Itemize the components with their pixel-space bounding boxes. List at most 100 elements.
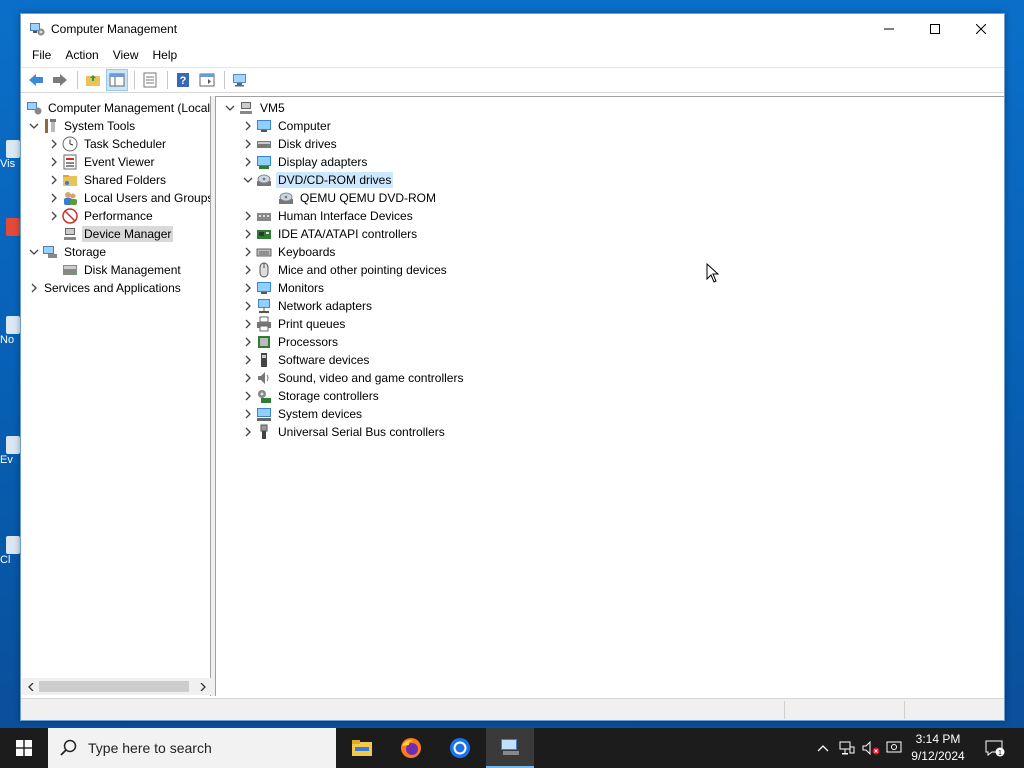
chevron-right-icon[interactable] bbox=[46, 207, 62, 225]
tree-item-device-manager[interactable]: Device Manager bbox=[62, 225, 174, 243]
forward-button[interactable] bbox=[49, 69, 71, 91]
device-category-disk-drives[interactable]: Disk drives bbox=[240, 135, 339, 153]
back-button[interactable] bbox=[25, 69, 47, 91]
title-bar[interactable]: Computer Management bbox=[21, 14, 1004, 44]
device-tree-root[interactable]: VM5 bbox=[222, 99, 287, 117]
device-category-sound-video-game[interactable]: Sound, video and game controllers bbox=[240, 369, 465, 387]
chevron-right-icon[interactable] bbox=[46, 171, 62, 189]
chevron-down-icon[interactable] bbox=[26, 243, 42, 261]
console-tree-icon bbox=[109, 73, 125, 87]
tree-item-computer-management[interactable]: Computer Management (Local bbox=[26, 99, 210, 117]
device-category-software-devices[interactable]: Software devices bbox=[240, 351, 371, 369]
action-center-button[interactable]: 1 bbox=[980, 728, 1010, 768]
chevron-right-icon[interactable] bbox=[26, 279, 42, 297]
chevron-right-icon[interactable] bbox=[240, 315, 256, 333]
taskbar-clock[interactable]: 3:14 PM 9/12/2024 bbox=[900, 731, 976, 765]
device-category-processors[interactable]: Processors bbox=[240, 333, 340, 351]
chevron-right-icon[interactable] bbox=[240, 135, 256, 153]
up-one-level-button[interactable] bbox=[82, 69, 104, 91]
desktop-icon-2[interactable] bbox=[0, 218, 22, 236]
tree-item-performance[interactable]: Performance bbox=[46, 207, 155, 225]
show-hidden-icons-button[interactable] bbox=[812, 728, 834, 768]
tree-item-shared-folders[interactable]: Shared Folders bbox=[46, 171, 168, 189]
chevron-down-icon[interactable] bbox=[26, 117, 42, 135]
menu-view[interactable]: View bbox=[106, 48, 146, 62]
device-category-monitors[interactable]: Monitors bbox=[240, 279, 326, 297]
scroll-right-button[interactable] bbox=[194, 678, 211, 695]
clock-date: 9/12/2024 bbox=[911, 749, 965, 763]
maximize-button[interactable] bbox=[912, 14, 958, 44]
scroll-left-button[interactable] bbox=[22, 678, 39, 695]
menu-help[interactable]: Help bbox=[146, 48, 185, 62]
tree-label: Task Scheduler bbox=[84, 137, 167, 151]
menu-action[interactable]: Action bbox=[58, 48, 105, 62]
desktop-icon-5[interactable]: Cl bbox=[0, 536, 22, 566]
chevron-right-icon[interactable] bbox=[240, 117, 256, 135]
help-button[interactable]: ? bbox=[172, 69, 194, 91]
close-button[interactable] bbox=[958, 14, 1004, 44]
desktop-icon-1[interactable]: Vis bbox=[0, 140, 22, 170]
tree-label: Disk drives bbox=[278, 137, 337, 151]
tree-label: Monitors bbox=[278, 281, 325, 295]
tree-item-disk-management[interactable]: Disk Management bbox=[62, 261, 183, 279]
device-manager-icon bbox=[64, 228, 76, 240]
windows-logo-icon bbox=[16, 740, 32, 756]
device-category-human-interface-devices[interactable]: Human Interface Devices bbox=[240, 207, 415, 225]
device-category-storage-controllers[interactable]: Storage controllers bbox=[240, 387, 381, 405]
chevron-right-icon[interactable] bbox=[240, 405, 256, 423]
taskbar-file-explorer[interactable] bbox=[338, 728, 386, 768]
chevron-down-icon[interactable] bbox=[222, 99, 238, 117]
device-category-print-queues[interactable]: Print queues bbox=[240, 315, 347, 333]
chevron-right-icon[interactable] bbox=[240, 243, 256, 261]
device-category-usb-controllers[interactable]: Universal Serial Bus controllers bbox=[240, 423, 447, 441]
minimize-button[interactable] bbox=[866, 14, 912, 44]
chevron-right-icon[interactable] bbox=[46, 135, 62, 153]
device-category-keyboards[interactable]: Keyboards bbox=[240, 243, 337, 261]
chevron-right-icon[interactable] bbox=[240, 351, 256, 369]
tray-volume[interactable] bbox=[860, 728, 882, 768]
export-list-button[interactable] bbox=[139, 69, 161, 91]
tree-horizontal-scrollbar[interactable] bbox=[22, 678, 211, 695]
device-category-network-adapters[interactable]: Network adapters bbox=[240, 297, 374, 315]
chevron-right-icon[interactable] bbox=[240, 279, 256, 297]
chevron-right-icon[interactable] bbox=[240, 387, 256, 405]
chevron-right-icon[interactable] bbox=[46, 153, 62, 171]
chevron-right-icon[interactable] bbox=[240, 333, 256, 351]
taskbar-firefox[interactable] bbox=[387, 728, 435, 768]
desktop-icon-4[interactable]: Ev bbox=[0, 436, 22, 466]
desktop-icon-3[interactable]: No bbox=[0, 316, 22, 346]
tree-item-services-and-applications[interactable]: Services and Applications bbox=[26, 279, 183, 297]
device-category-mice[interactable]: Mice and other pointing devices bbox=[240, 261, 449, 279]
taskbar-chrome[interactable] bbox=[436, 728, 484, 768]
chevron-right-icon[interactable] bbox=[240, 225, 256, 243]
taskbar-search-box[interactable]: Type here to search bbox=[48, 728, 336, 768]
chevron-right-icon[interactable] bbox=[240, 297, 256, 315]
chevron-right-icon[interactable] bbox=[240, 207, 256, 225]
chevron-right-icon[interactable] bbox=[240, 153, 256, 171]
scroll-thumb[interactable] bbox=[39, 681, 189, 692]
chevron-down-icon[interactable] bbox=[240, 171, 256, 189]
show-hide-console-tree-button[interactable] bbox=[106, 69, 128, 91]
tree-item-system-tools[interactable]: System Tools bbox=[26, 117, 137, 135]
tree-item-storage[interactable]: Storage bbox=[26, 243, 108, 261]
device-qemu-dvd-rom[interactable]: QEMU QEMU DVD-ROM bbox=[278, 189, 438, 207]
device-category-display-adapters[interactable]: Display adapters bbox=[240, 153, 369, 171]
tree-item-task-scheduler[interactable]: Task Scheduler bbox=[46, 135, 168, 153]
taskbar-computer-management[interactable] bbox=[486, 728, 534, 768]
tray-network[interactable] bbox=[836, 728, 858, 768]
tree-item-local-users-and-groups[interactable]: Local Users and Groups bbox=[46, 189, 210, 207]
computer-tower-icon bbox=[240, 102, 252, 114]
device-category-system-devices[interactable]: System devices bbox=[240, 405, 364, 423]
device-category-ide-ata-atapi-controllers[interactable]: IDE ATA/ATAPI controllers bbox=[240, 225, 419, 243]
show-action-pane-button[interactable] bbox=[196, 69, 218, 91]
start-button[interactable] bbox=[0, 728, 48, 768]
chevron-right-icon[interactable] bbox=[240, 423, 256, 441]
tree-item-event-viewer[interactable]: Event Viewer bbox=[46, 153, 156, 171]
device-category-dvd-cd-rom-drives[interactable]: DVD/CD-ROM drives bbox=[240, 171, 394, 189]
menu-file[interactable]: File bbox=[25, 48, 58, 62]
chevron-right-icon[interactable] bbox=[46, 189, 62, 207]
chevron-right-icon[interactable] bbox=[240, 369, 256, 387]
scan-hardware-button[interactable] bbox=[229, 69, 251, 91]
device-category-computer[interactable]: Computer bbox=[240, 117, 333, 135]
chevron-right-icon[interactable] bbox=[240, 261, 256, 279]
